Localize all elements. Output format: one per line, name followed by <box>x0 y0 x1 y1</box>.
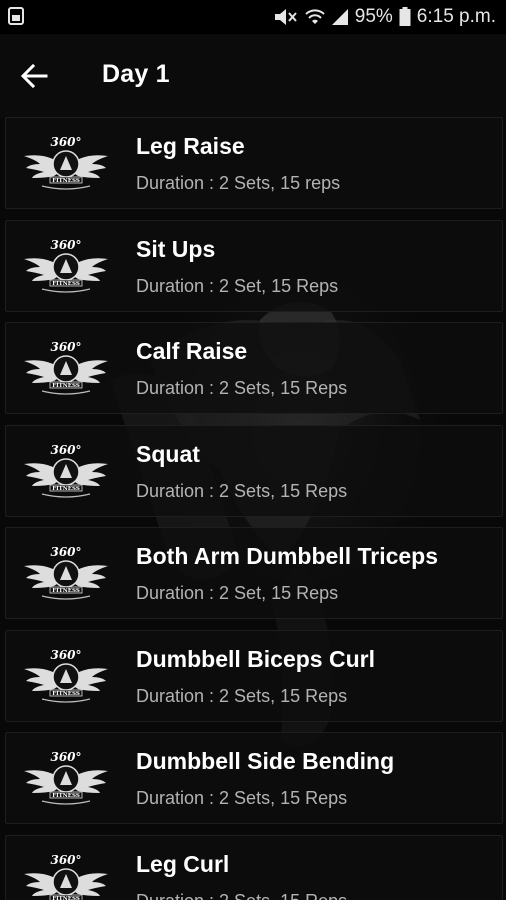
exercise-duration: Duration : 2 Sets, 15 Reps <box>136 685 348 706</box>
battery-icon <box>399 7 411 26</box>
exercise-name: Dumbbell Side Bending <box>136 748 395 774</box>
status-bar-right: 95% 6:15 p.m. <box>273 0 496 34</box>
exercise-name: Dumbbell Biceps Curl <box>136 645 375 672</box>
exercise-name: Calf Raise <box>136 338 248 364</box>
logo-brand-text: FITNESS <box>52 793 80 799</box>
exercise-duration: Duration : 2 Sets, 15 Reps <box>136 788 348 808</box>
clock-time: 6:15 p.m. <box>416 6 496 27</box>
exercise-duration: Duration : 2 Sets, 15 Reps <box>136 480 348 501</box>
exercise-card[interactable]: 360° FITNESS Leg Curl Duration : 2 Sets,… <box>5 834 503 900</box>
logo-brand-text: FITNESS <box>52 281 80 287</box>
fitness-logo-icon: 360° FITNESS <box>24 750 108 805</box>
exercise-name: Leg Raise <box>136 133 245 159</box>
notification-image-icon <box>8 7 24 25</box>
exercise-card[interactable]: 360° FITNESS Both Arm Dumbbell Triceps D… <box>5 527 503 619</box>
fitness-logo-icon: 360° FITNESS <box>24 545 108 600</box>
exercise-card[interactable]: 360° FITNESS Leg Raise Duration : 2 Sets… <box>5 117 503 209</box>
logo-brand-text: FITNESS <box>52 691 80 697</box>
status-bar: 95% 6:15 p.m. <box>0 0 506 34</box>
logo-brand-text: FITNESS <box>52 588 80 594</box>
logo-brand-text: FITNESS <box>52 896 80 900</box>
fitness-logo-icon: 360° FITNESS <box>24 648 108 703</box>
exercise-card[interactable]: 360° FITNESS Sit Ups Duration : 2 Set, 1… <box>5 219 503 312</box>
back-button[interactable] <box>14 56 54 96</box>
exercise-name: Leg Curl <box>136 850 230 877</box>
mute-icon <box>274 9 297 25</box>
exercise-duration: Duration : 2 Sets, 15 Reps <box>136 378 348 398</box>
logo-badge-text: 360° <box>50 238 81 252</box>
fitness-logo-icon: 360° FITNESS <box>24 238 108 293</box>
logo-badge-text: 360° <box>50 443 81 457</box>
fitness-logo-icon: 360° FITNESS <box>24 135 108 190</box>
exercise-card[interactable]: 360° FITNESS Dumbbell Side Bending Durat… <box>5 732 503 824</box>
fitness-logo-icon: 360° FITNESS <box>24 340 108 395</box>
logo-badge-text: 360° <box>50 545 81 559</box>
logo-brand-text: FITNESS <box>52 383 80 389</box>
logo-badge-text: 360° <box>50 750 81 764</box>
signal-icon <box>331 9 348 25</box>
exercise-duration: Duration : 2 Sets, 15 Reps <box>136 891 347 900</box>
page-title: Day 1 <box>102 60 170 88</box>
exercise-name: Squat <box>136 440 200 467</box>
logo-badge-text: 360° <box>50 340 81 354</box>
exercise-name: Sit Ups <box>136 235 216 262</box>
exercise-card[interactable]: 360° FITNESS Squat Duration : 2 Sets, 15… <box>5 424 503 517</box>
logo-badge-text: 360° <box>50 648 81 662</box>
fitness-logo-icon: 360° FITNESS <box>24 443 108 498</box>
wifi-icon <box>305 9 325 24</box>
screen: 95% 6:15 p.m. Day 1 360° FITNESS Leg Rai… <box>0 0 506 900</box>
logo-brand-text: FITNESS <box>52 178 80 184</box>
fitness-logo-icon: 360° FITNESS <box>24 853 108 900</box>
logo-badge-text: 360° <box>50 853 81 867</box>
logo-badge-text: 360° <box>50 135 81 149</box>
app-bar: Day 1 <box>0 34 506 118</box>
exercise-list: 360° FITNESS Leg Raise Duration : 2 Sets… <box>5 117 503 900</box>
exercise-card[interactable]: 360° FITNESS Calf Raise Duration : 2 Set… <box>5 322 503 414</box>
exercise-duration: Duration : 2 Set, 15 Reps <box>136 583 339 603</box>
back-arrow-icon <box>20 64 48 88</box>
exercise-duration: Duration : 2 Sets, 15 reps <box>136 173 341 193</box>
exercise-duration: Duration : 2 Set, 15 Reps <box>136 275 339 296</box>
exercise-name: Both Arm Dumbbell Triceps <box>136 543 439 569</box>
exercise-card[interactable]: 360° FITNESS Dumbbell Biceps Curl Durati… <box>5 629 503 722</box>
logo-brand-text: FITNESS <box>52 486 80 492</box>
battery-percent: 95% <box>354 6 393 27</box>
